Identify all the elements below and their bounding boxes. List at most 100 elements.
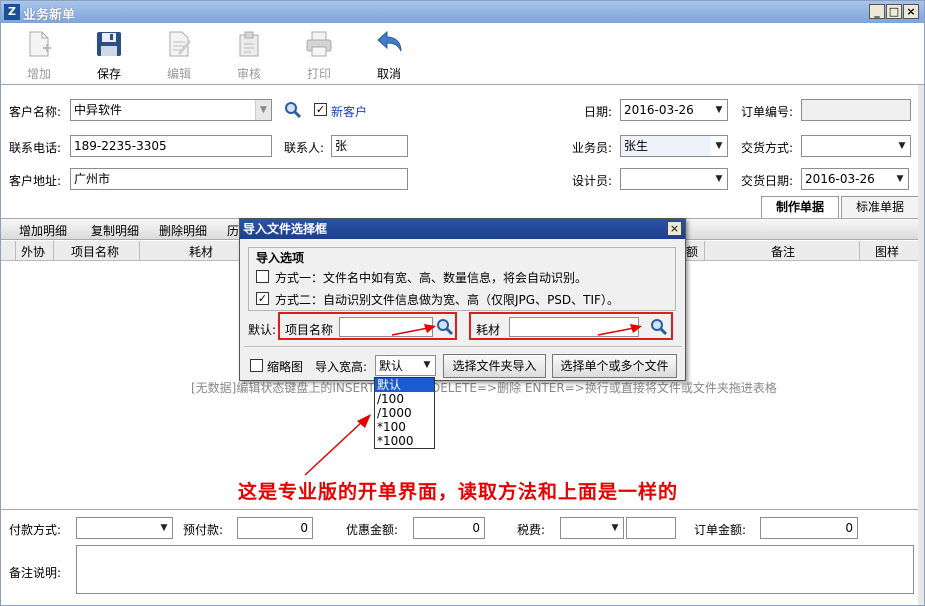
tax-select[interactable]: ▼ <box>560 517 624 539</box>
thumbnail-checkbox[interactable] <box>250 359 263 372</box>
main-window: Z 业务新单 _ □ × 增加 保存 编辑 审核 打印 取消 客户名称: 中异软… <box>0 0 925 606</box>
history-button[interactable]: 历 <box>227 222 239 239</box>
payment-method-label: 付款方式: <box>9 523 62 537</box>
red-arrow-icon <box>391 324 436 336</box>
close-button[interactable]: × <box>903 4 919 19</box>
add-button[interactable]: 增加 <box>9 29 69 81</box>
window-title: 业务新单 <box>23 8 76 23</box>
prepay-value: 0 <box>300 521 308 535</box>
address-field[interactable]: 广州市 <box>70 168 408 190</box>
dropdown-option[interactable]: *1000 <box>375 434 434 448</box>
print-button[interactable]: 打印 <box>289 29 349 81</box>
customer-name-combo[interactable]: 中异软件 ▼ <box>70 99 272 121</box>
remark-textarea[interactable] <box>76 545 914 594</box>
annotation-text: 这是专业版的开单界面，读取方法和上面是一样的 <box>238 481 679 503</box>
window-scrollbar[interactable] <box>918 85 924 605</box>
col-amount[interactable]: 额 <box>686 243 698 260</box>
salesman-value: 张生 <box>624 139 649 153</box>
address-value: 广州市 <box>74 172 111 186</box>
col-outsource[interactable]: 外协 <box>21 243 45 260</box>
contact-field[interactable]: 张 <box>331 135 408 157</box>
phone-label: 联系电话: <box>9 141 62 155</box>
col-material[interactable]: 耗材 <box>189 243 213 260</box>
dialog-divider <box>244 346 682 347</box>
order-amount-field[interactable]: 0 <box>760 517 858 539</box>
option2-label: 方式二：自动识别文件信息做为宽、高（仅限JPG、PSD、TIF）。 <box>275 293 619 307</box>
delete-detail-button[interactable]: 删除明细 <box>159 222 207 239</box>
prepay-label: 预付款: <box>183 523 224 537</box>
option2-checkbox[interactable]: ✓ <box>256 292 269 305</box>
salesman-select[interactable]: 张生 ▼ <box>620 135 728 157</box>
new-customer-label: 新客户 <box>331 105 368 119</box>
edit-button[interactable]: 编辑 <box>149 29 209 81</box>
dialog-title-bar: 导入文件选择框 <box>240 219 685 239</box>
add-doc-icon <box>29 31 51 57</box>
delivery-method-select[interactable]: ▼ <box>801 135 911 157</box>
import-size-value: 默认 <box>379 359 404 373</box>
date-picker[interactable]: 2016-03-26 ▼ <box>620 99 728 121</box>
chevron-down-icon[interactable]: ▼ <box>711 136 727 156</box>
save-button[interactable]: 保存 <box>79 29 139 81</box>
chevron-down-icon[interactable]: ▼ <box>711 100 727 120</box>
cancel-button[interactable]: 取消 <box>359 29 419 81</box>
chevron-down-icon[interactable]: ▼ <box>892 169 908 189</box>
select-files-button[interactable]: 选择单个或多个文件 <box>552 354 677 378</box>
red-arrow-icon <box>597 324 642 336</box>
tax-amount-field[interactable] <box>626 517 676 539</box>
col-project-name[interactable]: 项目名称 <box>71 243 119 260</box>
toolbar: 增加 保存 编辑 审核 打印 取消 <box>1 23 924 85</box>
dropdown-option[interactable]: /1000 <box>375 406 434 420</box>
date-value: 2016-03-26 <box>624 103 694 117</box>
option1-label: 方式一：文件名中如有宽、高、数量信息，将会自动识别。 <box>275 271 588 285</box>
chevron-down-icon[interactable]: ▼ <box>711 169 727 189</box>
project-name-search-icon[interactable] <box>436 318 454 336</box>
payment-method-select[interactable]: ▼ <box>76 517 173 539</box>
designer-select[interactable]: ▼ <box>620 168 728 190</box>
project-name-label: 项目名称 <box>285 323 334 337</box>
chevron-down-icon[interactable]: ▼ <box>894 136 910 156</box>
chevron-down-icon[interactable]: ▼ <box>156 518 172 538</box>
edit-label: 编辑 <box>166 67 191 81</box>
delivery-date-picker[interactable]: 2016-03-26 ▼ <box>801 168 909 190</box>
phone-value: 189-2235-3305 <box>74 139 167 153</box>
import-size-label: 导入宽高: <box>315 360 368 374</box>
undo-icon <box>377 30 402 52</box>
dialog-close-button[interactable]: × <box>667 221 682 236</box>
print-icon <box>306 31 332 57</box>
discount-field[interactable]: 0 <box>413 517 485 539</box>
tab-standard-doc[interactable]: 标准单据 <box>841 196 919 218</box>
order-amount-value: 0 <box>845 521 853 535</box>
review-button[interactable]: 审核 <box>219 29 279 81</box>
order-no-field[interactable] <box>801 99 911 121</box>
search-icon[interactable] <box>284 101 302 119</box>
dropdown-option[interactable]: *100 <box>375 420 434 434</box>
customer-name-value: 中异软件 <box>74 103 123 117</box>
minimize-button[interactable]: _ <box>869 4 885 19</box>
dropdown-option[interactable]: 默认 <box>375 378 434 392</box>
prepay-field[interactable]: 0 <box>237 517 313 539</box>
chevron-down-icon[interactable]: ▼ <box>255 100 271 120</box>
order-no-label: 订单编号: <box>741 105 794 119</box>
designer-label: 设计员: <box>572 174 613 188</box>
new-customer-checkbox[interactable]: ✓ <box>314 103 327 116</box>
address-label: 客户地址: <box>9 174 62 188</box>
import-size-dropdown-list: 默认 /100 /1000 *100 *1000 <box>374 377 435 449</box>
chevron-down-icon[interactable]: ▼ <box>607 518 623 538</box>
copy-detail-button[interactable]: 复制明细 <box>91 222 139 239</box>
contact-value: 张 <box>335 139 348 153</box>
chevron-down-icon[interactable]: ▼ <box>419 356 435 375</box>
cancel-label: 取消 <box>376 67 401 81</box>
import-file-dialog: 导入文件选择框 × 导入选项 方式一：文件名中如有宽、高、数量信息，将会自动识别… <box>239 218 686 381</box>
phone-field[interactable]: 189-2235-3305 <box>70 135 272 157</box>
tab-production-doc[interactable]: 制作单据 <box>761 196 839 218</box>
dropdown-option[interactable]: /100 <box>375 392 434 406</box>
option1-checkbox[interactable] <box>256 270 269 283</box>
thumbnail-label: 缩略图 <box>267 360 304 374</box>
add-detail-button[interactable]: 增加明细 <box>19 222 67 239</box>
col-sample[interactable]: 图样 <box>875 243 899 260</box>
material-search-icon[interactable] <box>650 318 668 336</box>
maximize-button[interactable]: □ <box>886 4 902 19</box>
folder-import-button[interactable]: 选择文件夹导入 <box>443 354 546 378</box>
col-remark[interactable]: 备注 <box>771 243 795 260</box>
import-size-select[interactable]: 默认 ▼ <box>375 355 436 376</box>
